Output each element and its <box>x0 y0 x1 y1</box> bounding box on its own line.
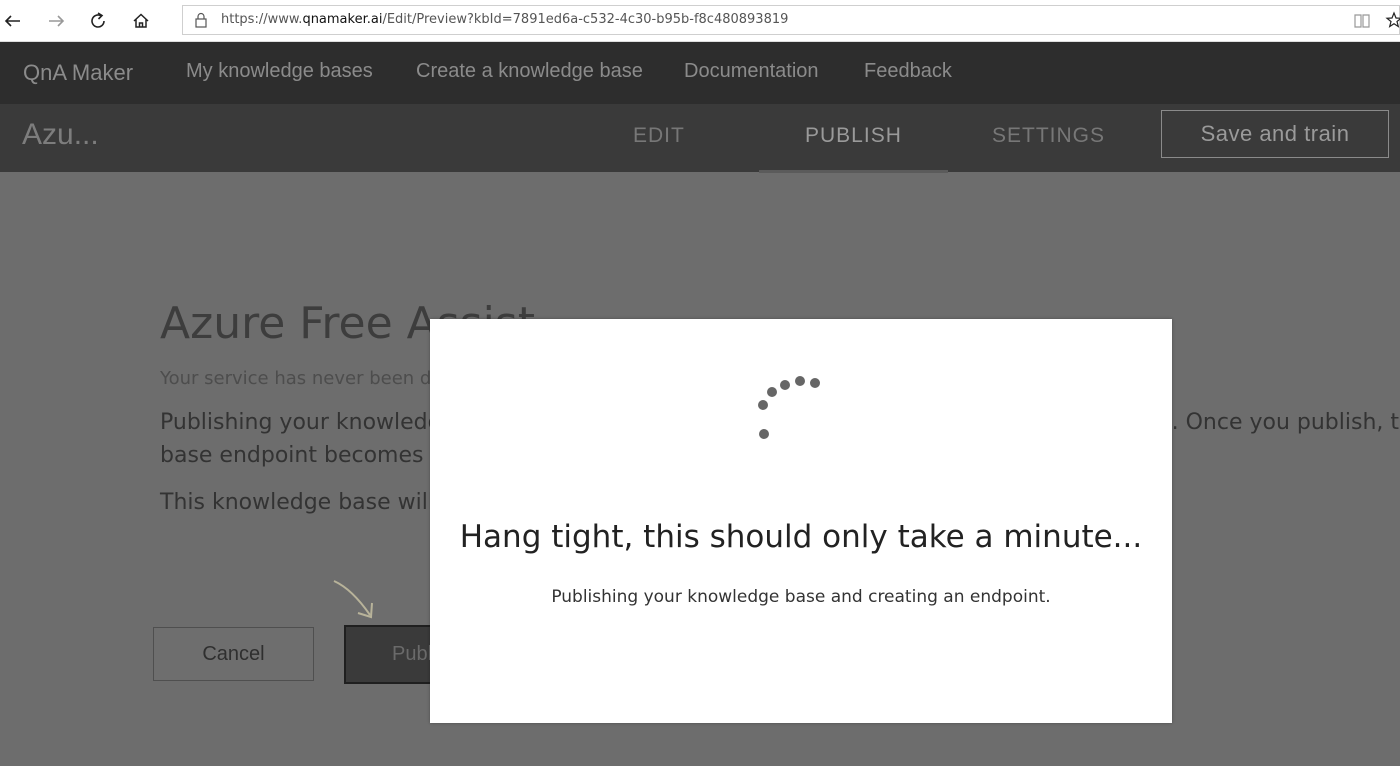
nav-feedback[interactable]: Feedback <box>864 60 952 83</box>
active-tab-indicator <box>759 170 948 173</box>
reading-view-icon[interactable] <box>1353 12 1371 30</box>
brand-logo[interactable]: QnA Maker <box>23 60 133 86</box>
hint-arrow-icon <box>333 580 373 619</box>
browser-toolbar: https://www.qnamaker.ai/Edit/Preview?kbI… <box>0 0 1400 42</box>
tab-publish[interactable]: PUBLISH <box>805 124 902 148</box>
tab-settings[interactable]: SETTINGS <box>992 124 1105 148</box>
publish-description-line1-right: . Once you publish, th <box>1171 410 1400 435</box>
back-arrow-icon[interactable] <box>0 8 26 34</box>
cancel-button[interactable]: Cancel <box>153 627 314 681</box>
kb-info-text: This knowledge base will <box>160 490 434 515</box>
nav-my-knowledge-bases[interactable]: My knowledge bases <box>186 60 373 83</box>
url-prefix: https://www. <box>221 12 303 27</box>
url-host: qnamaker.ai <box>302 12 383 27</box>
dialog-subtitle: Publishing your knowledge base and creat… <box>551 587 1051 607</box>
publishing-dialog: Hang tight, this should only take a minu… <box>430 319 1172 723</box>
nav-documentation[interactable]: Documentation <box>684 60 819 83</box>
url-text: https://www.qnamaker.ai/Edit/Preview?kbI… <box>221 12 788 27</box>
lock-icon <box>195 12 207 28</box>
top-navigation: QnA Maker My knowledge bases Create a kn… <box>0 42 1400 104</box>
tab-edit[interactable]: EDIT <box>633 124 685 148</box>
save-and-train-button[interactable]: Save and train <box>1161 110 1389 158</box>
dialog-title: Hang tight, this should only take a minu… <box>459 519 1143 555</box>
url-path: /Edit/Preview?kbId=7891ed6a-c532-4c30-b9… <box>382 12 789 27</box>
nav-create-knowledge-base[interactable]: Create a knowledge base <box>416 60 643 83</box>
kb-title: Azu... <box>22 118 99 151</box>
favorite-star-icon[interactable] <box>1385 11 1400 29</box>
forward-arrow-icon[interactable] <box>43 8 69 34</box>
loading-spinner-icon <box>758 376 820 439</box>
refresh-icon[interactable] <box>85 8 111 34</box>
address-bar[interactable]: https://www.qnamaker.ai/Edit/Preview?kbI… <box>182 5 1400 35</box>
home-icon[interactable] <box>128 8 154 34</box>
publish-description-line2: base endpoint becomes a <box>160 443 444 468</box>
publish-description-line1-left: Publishing your knowledg <box>160 410 442 435</box>
